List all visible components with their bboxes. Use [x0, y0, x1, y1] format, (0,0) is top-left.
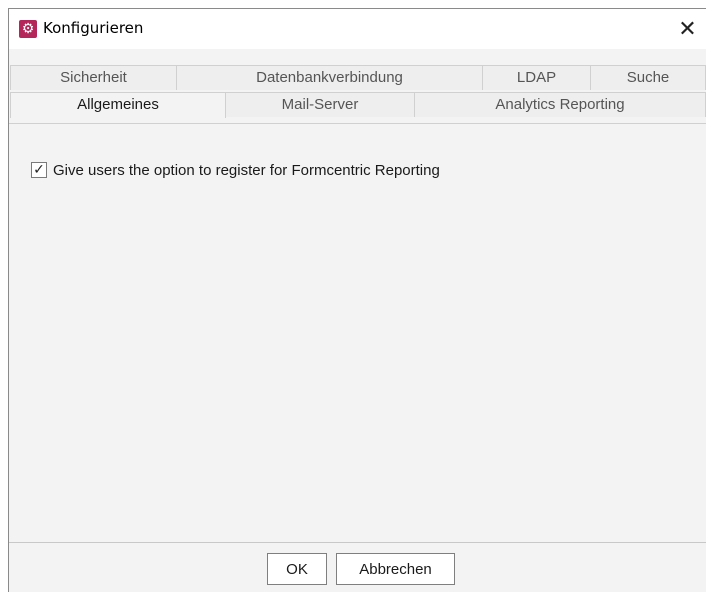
tab-row-back: Sicherheit Datenbankverbindung LDAP Such…: [9, 65, 706, 90]
tab-ldap[interactable]: LDAP: [483, 65, 591, 90]
window-title: Konfigurieren: [43, 19, 144, 37]
tab-label: Mail-Server: [281, 95, 359, 113]
tab-label: LDAP: [516, 68, 557, 86]
config-dialog: ⚙ Konfigurieren ✕ Sicherheit Datenbankve…: [8, 8, 706, 592]
tab-sicherheit[interactable]: Sicherheit: [10, 65, 177, 90]
tab-label: Datenbankverbindung: [256, 68, 403, 86]
tab-label: Sicherheit: [60, 68, 127, 86]
tab-row-front: Allgemeines Mail-Server Analytics Report…: [9, 92, 706, 118]
tab-analytics-reporting[interactable]: Analytics Reporting: [415, 92, 706, 117]
tab-allgemeines[interactable]: Allgemeines: [10, 92, 226, 118]
tab-mail-server[interactable]: Mail-Server: [226, 92, 415, 117]
tab-label: Suche: [626, 68, 670, 86]
register-option-row[interactable]: ✓ Give users the option to register for …: [31, 160, 440, 180]
tab-label: Allgemeines: [77, 96, 159, 113]
title-bar: ⚙ Konfigurieren ✕: [9, 9, 706, 49]
close-button[interactable]: ✕: [669, 9, 706, 49]
tab-suche[interactable]: Suche: [591, 65, 706, 90]
ok-button[interactable]: OK: [267, 553, 327, 585]
register-option-label: Give users the option to register for Fo…: [53, 161, 440, 179]
gear-icon: ⚙: [19, 20, 37, 38]
cancel-button[interactable]: Abbrechen: [336, 553, 455, 585]
tab-content-allgemeines: ✓ Give users the option to register for …: [9, 123, 706, 543]
tab-label: Analytics Reporting: [495, 95, 625, 113]
tab-datenbankverbindung[interactable]: Datenbankverbindung: [177, 65, 483, 90]
register-checkbox[interactable]: ✓: [31, 162, 47, 178]
